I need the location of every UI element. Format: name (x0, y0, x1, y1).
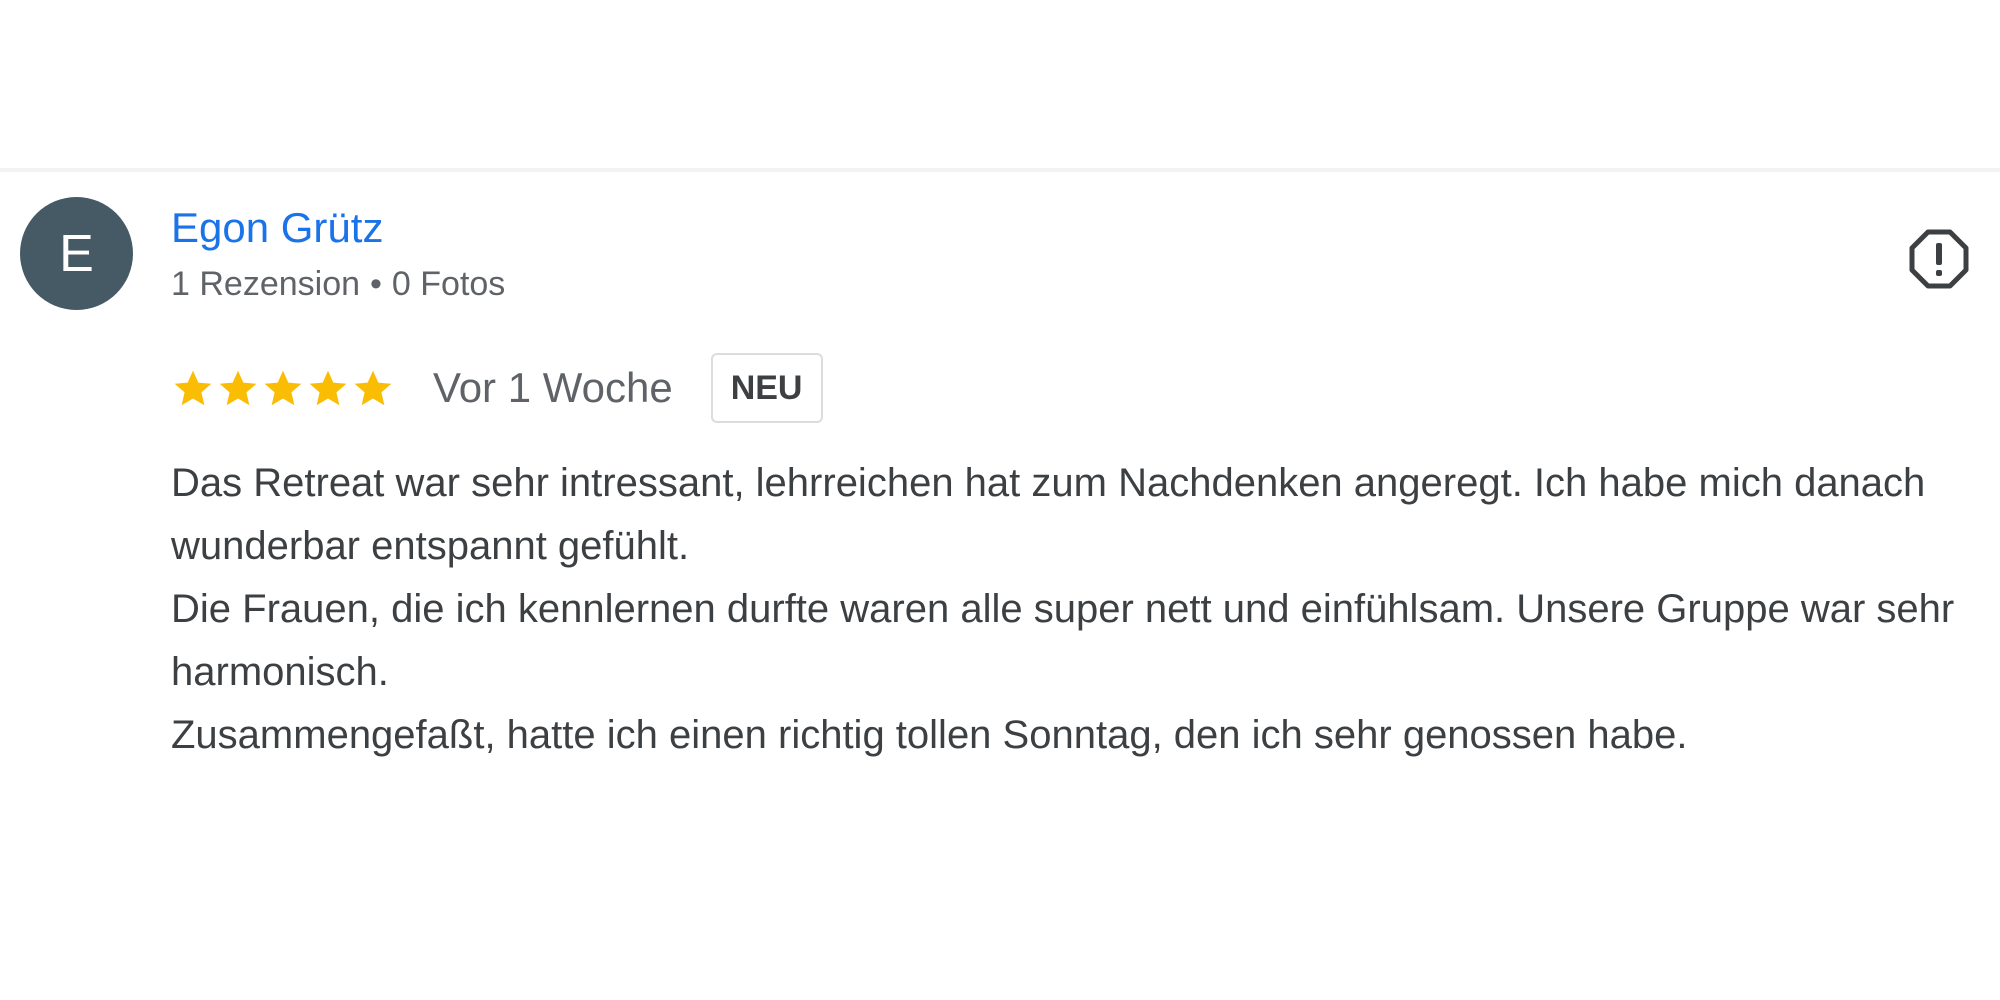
top-area (0, 0, 2000, 168)
star-icon (219, 370, 257, 406)
review-paragraph: Zusammengefaßt, hatte ich einen richtig … (171, 713, 1688, 757)
section-divider (0, 168, 2000, 172)
review-date: Vor 1 Woche (433, 364, 673, 411)
meta-separator: • (370, 265, 382, 303)
report-flag-icon (1909, 229, 1969, 289)
photos-count: 0 Fotos (391, 265, 506, 303)
star-rating (171, 366, 396, 410)
star-icon (354, 370, 392, 406)
star-icon (264, 370, 302, 406)
review-paragraph: Die Frauen, die ich kennlernen durfte wa… (171, 587, 1955, 694)
avatar-initial: E (59, 224, 94, 283)
reviewer-meta: 1 Rezension • 0 Fotos (171, 262, 505, 306)
reviewer-name-link[interactable]: Egon Grütz (171, 202, 383, 254)
rating-row: Vor 1 Woche NEU (171, 352, 823, 424)
reviews-count: 1 Rezension (171, 265, 361, 303)
review-text: Das Retreat war sehr intressant, lehrrei… (171, 452, 1981, 767)
avatar[interactable]: E (20, 197, 133, 310)
new-badge: NEU (710, 353, 823, 423)
review-paragraph: Das Retreat war sehr intressant, lehrrei… (171, 461, 1926, 568)
star-icon (174, 370, 212, 406)
star-icon (309, 370, 347, 406)
report-button[interactable] (1908, 228, 1970, 290)
